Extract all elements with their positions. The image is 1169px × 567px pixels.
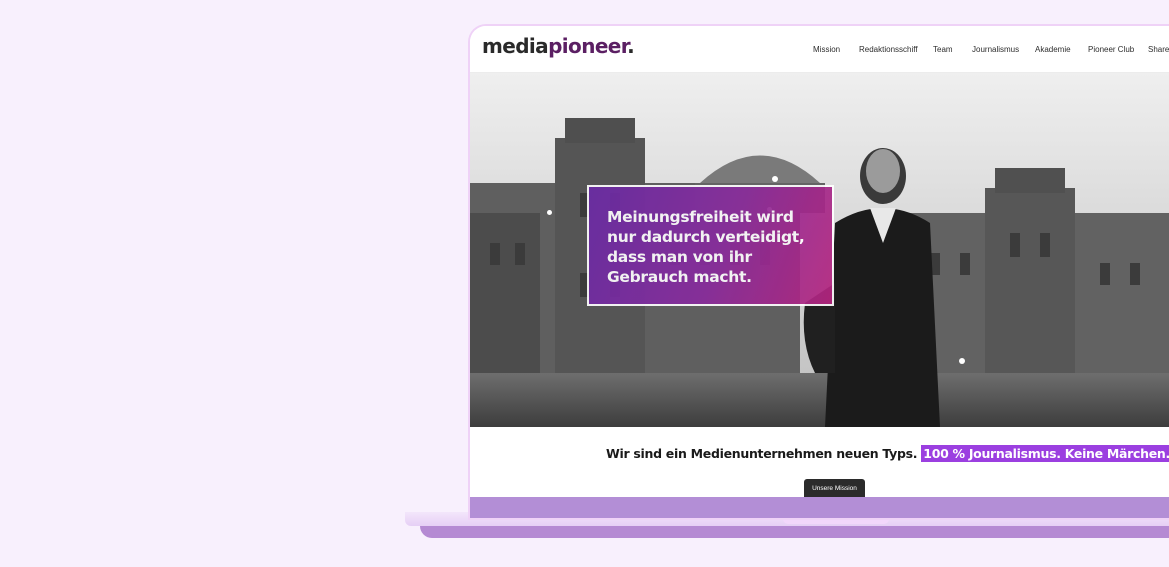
laptop-base-bottom: [420, 526, 1169, 538]
nav-item-mission[interactable]: Mission: [813, 45, 840, 54]
hero-image: Meinungsfreiheit wird nur dadurch vertei…: [470, 73, 1169, 427]
purple-section-band: [470, 497, 1169, 518]
tagline-highlight: 100 % Journalismus. Keine Märchen.: [921, 445, 1169, 462]
nav-item-redaktionsschiff[interactable]: Redaktionsschiff: [859, 45, 918, 54]
nav-item-pioneer-club[interactable]: Pioneer Club: [1088, 45, 1134, 54]
nav-item-team[interactable]: Team: [933, 45, 953, 54]
tagline-text: Wir sind ein Medienunternehmen neuen Typ…: [606, 446, 918, 461]
site-navbar: mediapioneer. Mission Redaktionsschiff T…: [470, 26, 1169, 73]
laptop-screen: mediapioneer. Mission Redaktionsschiff T…: [468, 24, 1169, 520]
nav-item-shareholder[interactable]: Shareh: [1148, 45, 1169, 54]
hero-dot: [959, 358, 965, 364]
tagline: Wir sind ein Medienunternehmen neuen Typ…: [606, 445, 1169, 462]
quote-box: Meinungsfreiheit wird nur dadurch vertei…: [587, 185, 834, 306]
nav-menu: Mission Redaktionsschiff Team Journalism…: [470, 45, 1169, 59]
hero-dot: [547, 210, 552, 215]
hero-dot: [772, 176, 778, 182]
nav-item-akademie[interactable]: Akademie: [1035, 45, 1071, 54]
unsere-mission-button[interactable]: Unsere Mission: [804, 479, 865, 499]
nav-item-journalismus[interactable]: Journalismus: [972, 45, 1019, 54]
hero-quote: Meinungsfreiheit wird nur dadurch vertei…: [607, 208, 805, 286]
